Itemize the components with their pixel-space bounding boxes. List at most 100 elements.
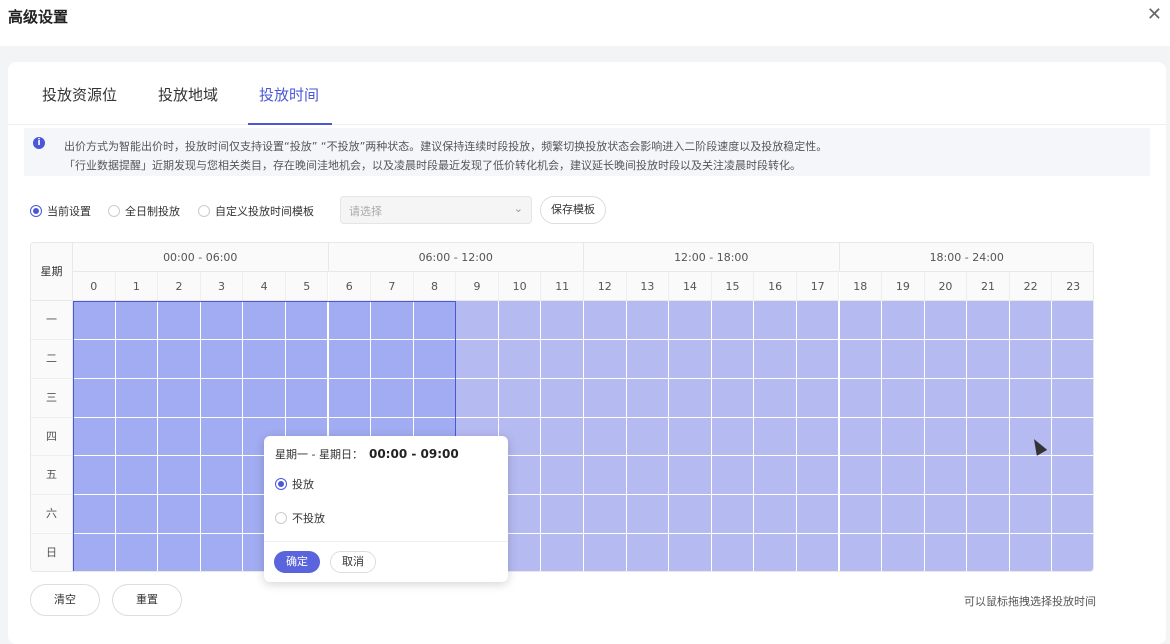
time-cell[interactable] <box>711 534 755 571</box>
time-cell[interactable] <box>371 378 414 418</box>
time-cell[interactable] <box>626 378 670 418</box>
time-cell[interactable] <box>115 534 159 571</box>
time-cell[interactable] <box>158 417 201 457</box>
time-cell[interactable] <box>967 417 1010 457</box>
time-cell[interactable] <box>626 417 670 457</box>
time-cell[interactable] <box>669 456 712 496</box>
time-cell[interactable] <box>1052 339 1093 379</box>
time-cell[interactable] <box>754 301 797 340</box>
time-cell[interactable] <box>924 301 968 340</box>
radio-all-day[interactable]: 全日制投放 <box>108 203 180 219</box>
time-cell[interactable] <box>73 417 116 457</box>
time-cell[interactable] <box>967 456 1010 496</box>
time-cell[interactable] <box>413 339 457 379</box>
time-cell[interactable] <box>456 301 499 340</box>
time-cell[interactable] <box>328 301 372 340</box>
time-cell[interactable] <box>882 417 925 457</box>
time-cell[interactable] <box>882 378 925 418</box>
time-cell[interactable] <box>626 495 670 535</box>
time-cell[interactable] <box>924 378 968 418</box>
time-cell[interactable] <box>754 339 797 379</box>
time-cell[interactable] <box>882 301 925 340</box>
time-cell[interactable] <box>669 495 712 535</box>
time-cell[interactable] <box>200 534 244 571</box>
time-cell[interactable] <box>541 495 584 535</box>
time-cell[interactable] <box>541 456 584 496</box>
time-cell[interactable] <box>1052 417 1093 457</box>
time-cell[interactable] <box>626 534 670 571</box>
time-cell[interactable] <box>754 417 797 457</box>
time-cell[interactable] <box>924 339 968 379</box>
time-cell[interactable] <box>967 301 1010 340</box>
time-cell[interactable] <box>158 534 201 571</box>
time-cell[interactable] <box>498 301 542 340</box>
time-cell[interactable] <box>796 378 840 418</box>
time-cell[interactable] <box>541 534 584 571</box>
template-select[interactable]: 请选择 ⌄ <box>340 196 532 224</box>
time-cell[interactable] <box>584 456 627 496</box>
time-cell[interactable] <box>626 301 670 340</box>
clear-button[interactable]: 清空 <box>30 584 100 616</box>
time-cell[interactable] <box>796 456 840 496</box>
time-cell[interactable] <box>882 339 925 379</box>
time-cell[interactable] <box>328 339 372 379</box>
time-cell[interactable] <box>413 378 457 418</box>
time-cell[interactable] <box>200 301 244 340</box>
popover-confirm-button[interactable]: 确定 <box>274 551 320 573</box>
time-cell[interactable] <box>371 339 414 379</box>
time-cell[interactable] <box>839 417 883 457</box>
time-cell[interactable] <box>158 301 201 340</box>
time-cell[interactable] <box>541 417 584 457</box>
time-cell[interactable] <box>626 339 670 379</box>
time-cell[interactable] <box>669 339 712 379</box>
time-cell[interactable] <box>1009 534 1053 571</box>
time-cell[interactable] <box>200 456 244 496</box>
time-cell[interactable] <box>924 534 968 571</box>
tab-region[interactable]: 投放地域 <box>158 84 218 105</box>
time-cell[interactable] <box>498 339 542 379</box>
time-cell[interactable] <box>1052 378 1093 418</box>
time-cell[interactable] <box>1052 456 1093 496</box>
time-cell[interactable] <box>115 417 159 457</box>
time-cell[interactable] <box>115 378 159 418</box>
time-cell[interactable] <box>115 339 159 379</box>
time-cell[interactable] <box>158 339 201 379</box>
popover-cancel-button[interactable]: 取消 <box>330 551 376 573</box>
time-cell[interactable] <box>328 378 372 418</box>
time-cell[interactable] <box>711 417 755 457</box>
time-cell[interactable] <box>967 534 1010 571</box>
time-cell[interactable] <box>1052 301 1093 340</box>
popover-option-on[interactable]: 投放 <box>275 476 314 492</box>
time-cell[interactable] <box>669 301 712 340</box>
time-cell[interactable] <box>73 339 116 379</box>
time-cell[interactable] <box>73 456 116 496</box>
time-cell[interactable] <box>158 495 201 535</box>
time-cell[interactable] <box>1009 301 1053 340</box>
time-cell[interactable] <box>754 495 797 535</box>
time-cell[interactable] <box>115 456 159 496</box>
time-cell[interactable] <box>711 495 755 535</box>
tab-resource-position[interactable]: 投放资源位 <box>42 84 117 105</box>
time-cell[interactable] <box>584 339 627 379</box>
time-cell[interactable] <box>1009 378 1053 418</box>
time-cell[interactable] <box>243 301 286 340</box>
time-cell[interactable] <box>158 456 201 496</box>
tab-time[interactable]: 投放时间 <box>259 84 319 105</box>
time-cell[interactable] <box>924 495 968 535</box>
time-cell[interactable] <box>1009 456 1053 496</box>
time-cell[interactable] <box>882 495 925 535</box>
time-cell[interactable] <box>584 301 627 340</box>
time-cell[interactable] <box>243 339 286 379</box>
time-cell[interactable] <box>882 534 925 571</box>
time-cell[interactable] <box>498 378 542 418</box>
time-cell[interactable] <box>285 378 329 418</box>
time-cell[interactable] <box>796 339 840 379</box>
popover-option-off[interactable]: 不投放 <box>275 510 325 526</box>
time-cell[interactable] <box>115 301 159 340</box>
time-cell[interactable] <box>158 378 201 418</box>
time-cell[interactable] <box>1052 495 1093 535</box>
time-cell[interactable] <box>584 534 627 571</box>
time-cell[interactable] <box>413 301 457 340</box>
time-cell[interactable] <box>200 417 244 457</box>
time-cell[interactable] <box>115 495 159 535</box>
